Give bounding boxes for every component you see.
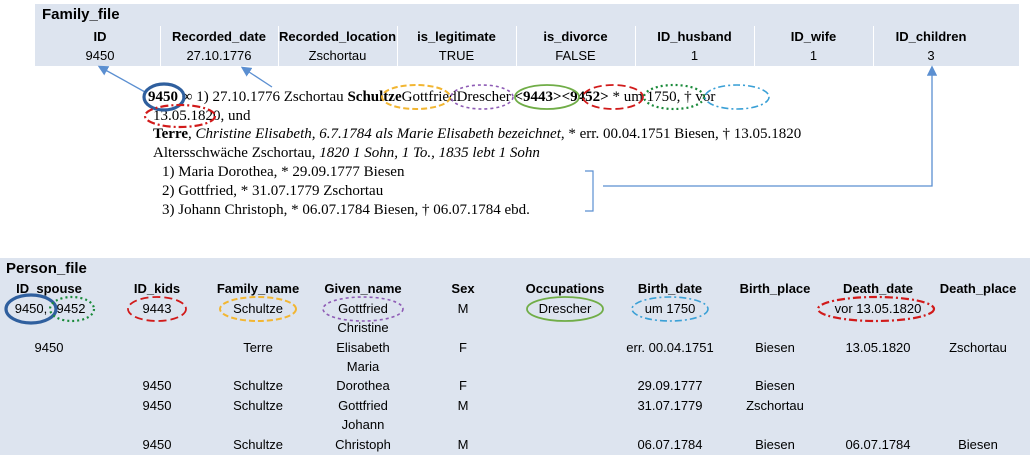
record-given-name: Gottfried xyxy=(401,89,457,105)
p5-kids: 9450 xyxy=(142,437,172,452)
p2-death-place: Zschortau xyxy=(949,340,1007,355)
cell-id: 9450 xyxy=(85,48,115,63)
cell-id-children: 3 xyxy=(927,48,935,63)
p4-kids: 9450 xyxy=(142,398,172,413)
p5-given-line2: Christoph xyxy=(335,437,391,452)
p5-death-place: Biesen xyxy=(958,437,998,452)
header-is-legitimate: is_legitimate xyxy=(417,29,496,44)
p4-sex: M xyxy=(457,398,469,413)
record-child-1: 1) Maria Dorothea, * 29.09.1777 Biesen xyxy=(162,164,405,180)
children-bracket xyxy=(585,170,594,212)
p1-occupation: Drescher xyxy=(538,301,592,316)
p1-birth-date: um 1750 xyxy=(644,301,696,316)
header-occupations: Occupations xyxy=(525,281,605,296)
header-id-wife: ID_wife xyxy=(790,29,837,44)
record-line-4: Altersschwäche Zschortau, 1820 1 Sohn, 1… xyxy=(153,145,540,162)
header-id-children: ID_children xyxy=(895,29,967,44)
record-cause: Altersschwäche Zschortau, xyxy=(153,145,316,161)
header-death-date: Death_date xyxy=(842,281,914,296)
p5-given-line1: Johann xyxy=(341,417,385,432)
record-line-3: Terre, Christine Elisabeth, 6.7.1784 als… xyxy=(153,126,802,142)
cell-recorded-location: Zschortau xyxy=(308,48,367,63)
cell-id-wife: 1 xyxy=(809,48,818,63)
record-death-prefix: † vor xyxy=(684,89,716,105)
record-und: und xyxy=(228,108,251,124)
record-occupation: Drescher xyxy=(456,89,511,105)
p5-family-name: Schultze xyxy=(233,437,283,452)
p2-birth-date: err. 00.04.1751 xyxy=(626,340,714,355)
p5-birth-place: Biesen xyxy=(755,437,795,452)
record-child-3: 3) Johann Christoph, * 06.07.1784 Biesen… xyxy=(162,202,530,218)
p1-spouse-a: 9450, xyxy=(14,301,48,316)
p2-given-line1: Christine xyxy=(337,320,389,335)
p4-given-name: Gottfried xyxy=(338,398,388,413)
header-id-husband: ID_husband xyxy=(657,29,732,44)
header-birth-place: Birth_place xyxy=(739,281,811,296)
family-file-title: Family_file xyxy=(42,6,120,23)
record-spouse-rest: , * err. 00.04.1751 Biesen, † 13.05.1820 xyxy=(560,126,802,142)
record-spouse-given: Christine Elisabeth, xyxy=(195,126,316,142)
header-is-divorce: is_divorce xyxy=(543,29,608,44)
p1-spouse-b: 9452 xyxy=(56,301,86,316)
record-spouse-surname: Terre xyxy=(153,126,188,142)
record-line-1: 9450 ∞ 1) 27.10.1776 Zschortau SchultzeG… xyxy=(148,89,715,106)
p1-sex: M xyxy=(457,301,469,316)
record-cause-note: 1820 1 Sohn, 1 To., 1835 lebt 1 Sohn xyxy=(319,145,540,161)
record-marriage-text: 1) 27.10.1776 Zschortau xyxy=(196,89,344,105)
header-id: ID xyxy=(93,29,107,44)
p2-sex: F xyxy=(459,340,467,355)
p5-birth-date: 06.07.1784 xyxy=(637,437,703,452)
p2-given-line2: Elisabeth xyxy=(336,340,390,355)
p3-kids: 9450 xyxy=(142,378,172,393)
p2-family-name: Terre xyxy=(243,340,273,355)
record-line-2: 13.05.1820, und xyxy=(153,108,251,125)
arrow-id xyxy=(97,65,146,93)
header-id-kids: ID_kids xyxy=(133,281,181,296)
p1-family-name: Schultze xyxy=(233,301,283,316)
record-spouse-note: 6.7.1784 als Marie Elisabeth bezeichnet xyxy=(319,126,561,142)
p1-given-name: Gottfried xyxy=(338,301,388,316)
p5-sex: M xyxy=(457,437,469,452)
p4-birth-date: 31.07.1779 xyxy=(637,398,703,413)
cell-id-husband: 1 xyxy=(690,48,699,63)
p4-family-name: Schultze xyxy=(233,398,283,413)
header-death-place: Death_place xyxy=(939,281,1017,296)
record-id-a: <9443> xyxy=(514,89,562,105)
cell-recorded-date: 27.10.1776 xyxy=(186,48,252,63)
record-id-b: <9452> xyxy=(561,89,609,105)
p5-death-date: 06.07.1784 xyxy=(845,437,911,452)
cell-is-legitimate: TRUE xyxy=(438,48,475,63)
p3-birth-date: 29.09.1777 xyxy=(637,378,703,393)
person-file-title: Person_file xyxy=(6,260,87,277)
header-sex: Sex xyxy=(451,281,475,296)
p4-birth-place: Zschortau xyxy=(746,398,804,413)
p2-spouse: 9450 xyxy=(34,340,64,355)
p1-kids: 9443 xyxy=(142,301,172,316)
p3-family-name: Schultze xyxy=(233,378,283,393)
header-given-name: Given_name xyxy=(324,281,402,296)
arrow-recorded-date xyxy=(240,66,273,88)
p3-given-line1: Maria xyxy=(346,359,380,374)
header-recorded-location: Recorded_location xyxy=(278,29,397,44)
record-child-2: 2) Gottfried, * 31.07.1779 Zschortau xyxy=(162,183,384,199)
p3-given-line2: Dorothea xyxy=(336,378,390,393)
marriage-symbol: ∞ xyxy=(181,89,193,105)
record-birth: * um 1750, xyxy=(612,89,681,105)
p2-death-date: 13.05.1820 xyxy=(845,340,911,355)
record-death-date: 13.05.1820, xyxy=(153,108,225,124)
p2-birth-place: Biesen xyxy=(755,340,795,355)
p3-birth-place: Biesen xyxy=(755,378,795,393)
cell-is-divorce: FALSE xyxy=(555,48,596,63)
p3-sex: F xyxy=(459,378,467,393)
record-family-name: Schultze xyxy=(347,89,402,105)
record-id: 9450 xyxy=(148,89,178,105)
p1-death-date: vor 13.05.1820 xyxy=(834,301,922,316)
header-id-spouse: ID_spouse xyxy=(16,281,82,296)
header-recorded-date: Recorded_date xyxy=(172,29,266,44)
header-birth-date: Birth_date xyxy=(637,281,703,296)
header-family-name: Family_name xyxy=(216,281,300,296)
